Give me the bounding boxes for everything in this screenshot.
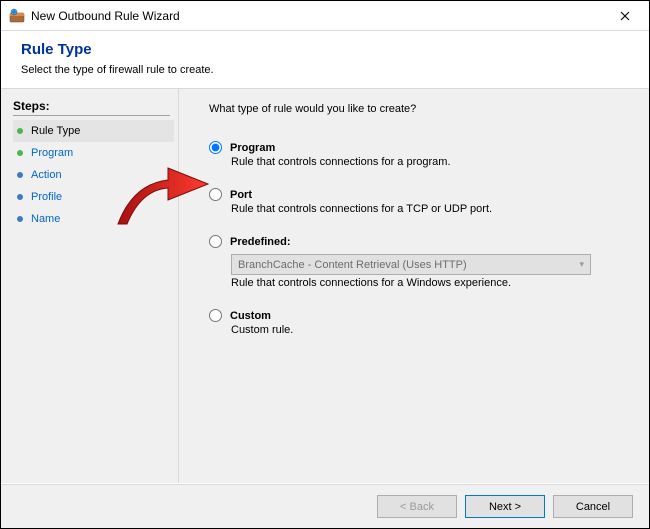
back-button: < Back bbox=[377, 495, 457, 518]
step-label: Program bbox=[31, 147, 73, 159]
option-port-label: Port bbox=[230, 189, 252, 201]
close-icon bbox=[620, 11, 630, 21]
titlebar: New Outbound Rule Wizard bbox=[1, 1, 649, 31]
step-bullet-icon bbox=[17, 216, 23, 222]
radio-program[interactable] bbox=[209, 141, 222, 154]
step-rule-type[interactable]: Rule Type bbox=[13, 120, 174, 142]
window-title: New Outbound Rule Wizard bbox=[31, 9, 605, 23]
app-icon bbox=[9, 8, 25, 24]
option-program: Program Rule that controls connections f… bbox=[209, 141, 629, 168]
close-button[interactable] bbox=[605, 1, 645, 31]
step-action[interactable]: Action bbox=[13, 164, 174, 186]
option-port: Port Rule that controls connections for … bbox=[209, 188, 629, 215]
option-program-desc: Rule that controls connections for a pro… bbox=[231, 156, 629, 168]
radio-port[interactable] bbox=[209, 188, 222, 201]
option-predefined: Predefined: BranchCache - Content Retrie… bbox=[209, 235, 629, 289]
steps-heading: Steps: bbox=[13, 99, 174, 113]
step-label: Name bbox=[31, 213, 60, 225]
content: What type of rule would you like to crea… bbox=[179, 89, 649, 483]
step-bullet-icon bbox=[17, 150, 23, 156]
step-profile[interactable]: Profile bbox=[13, 186, 174, 208]
page-subtitle: Select the type of firewall rule to crea… bbox=[21, 64, 629, 76]
content-question: What type of rule would you like to crea… bbox=[209, 103, 629, 115]
step-bullet-icon bbox=[17, 172, 23, 178]
step-program[interactable]: Program bbox=[13, 142, 174, 164]
header: Rule Type Select the type of firewall ru… bbox=[1, 31, 649, 89]
radio-custom[interactable] bbox=[209, 309, 222, 322]
option-predefined-desc: Rule that controls connections for a Win… bbox=[231, 277, 629, 289]
step-label: Profile bbox=[31, 191, 62, 203]
cancel-button[interactable]: Cancel bbox=[553, 495, 633, 518]
option-custom: Custom Custom rule. bbox=[209, 309, 629, 336]
predefined-select-value: BranchCache - Content Retrieval (Uses HT… bbox=[238, 259, 467, 271]
step-label: Rule Type bbox=[31, 125, 80, 137]
page-title: Rule Type bbox=[21, 41, 629, 58]
radio-predefined[interactable] bbox=[209, 235, 222, 248]
predefined-select: BranchCache - Content Retrieval (Uses HT… bbox=[231, 254, 591, 275]
step-label: Action bbox=[31, 169, 62, 181]
chevron-down-icon: ▾ bbox=[579, 259, 584, 270]
option-custom-desc: Custom rule. bbox=[231, 324, 629, 336]
steps-divider bbox=[13, 115, 170, 116]
footer-fill bbox=[1, 484, 180, 528]
option-predefined-label: Predefined: bbox=[230, 236, 291, 248]
main: Steps: Rule Type Program Action Profile … bbox=[1, 89, 649, 483]
step-name[interactable]: Name bbox=[13, 208, 174, 230]
step-bullet-icon bbox=[17, 128, 23, 134]
step-bullet-icon bbox=[17, 194, 23, 200]
option-custom-label: Custom bbox=[230, 310, 271, 322]
next-button[interactable]: Next > bbox=[465, 495, 545, 518]
sidebar: Steps: Rule Type Program Action Profile … bbox=[1, 89, 179, 483]
footer: < Back Next > Cancel bbox=[180, 484, 649, 528]
option-port-desc: Rule that controls connections for a TCP… bbox=[231, 203, 629, 215]
option-program-label: Program bbox=[230, 142, 275, 154]
